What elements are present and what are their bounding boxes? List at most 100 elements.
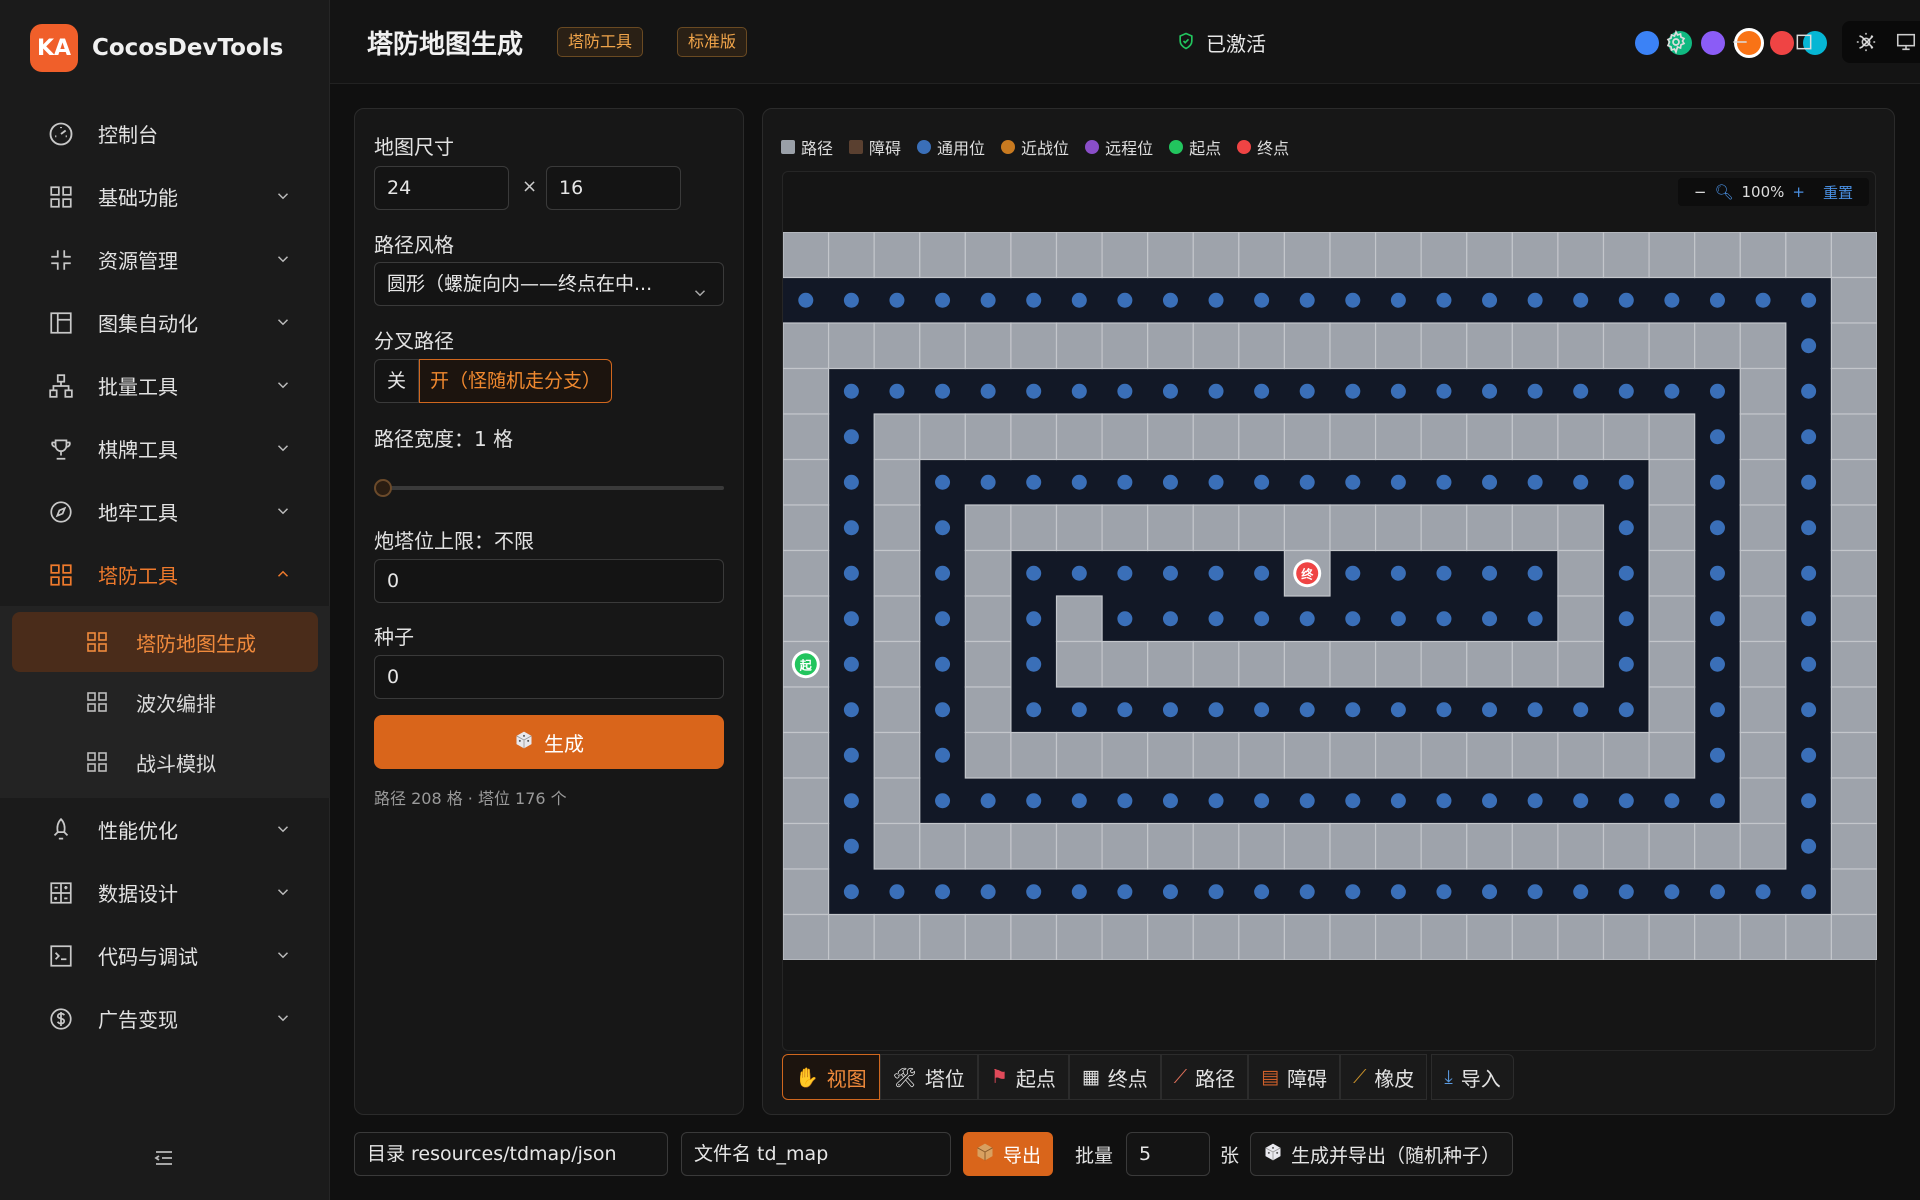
- path-cell[interactable]: [1466, 232, 1513, 279]
- tower-slot[interactable]: [1254, 702, 1270, 718]
- path-cell[interactable]: [1830, 458, 1877, 506]
- path-cell[interactable]: [1466, 322, 1513, 370]
- path-cell[interactable]: [1511, 913, 1559, 961]
- tower-slot[interactable]: [1801, 383, 1817, 399]
- path-cell[interactable]: [783, 868, 830, 916]
- tower-slot[interactable]: [1026, 884, 1042, 900]
- path-cell[interactable]: [919, 413, 966, 461]
- path-cell[interactable]: [1283, 731, 1331, 779]
- path-cell[interactable]: [1785, 232, 1833, 279]
- tower-slot[interactable]: [1208, 793, 1224, 809]
- tower-slot[interactable]: [1254, 292, 1270, 308]
- path-cell[interactable]: [1830, 322, 1877, 370]
- tower-slot[interactable]: [889, 292, 905, 308]
- path-cell[interactable]: [1830, 232, 1877, 279]
- path-cell[interactable]: [1101, 731, 1149, 779]
- tower-slot[interactable]: [1573, 292, 1589, 308]
- tower-slot[interactable]: [1162, 702, 1178, 718]
- path-cell[interactable]: [1511, 822, 1559, 870]
- path-cell[interactable]: [1602, 232, 1650, 279]
- path-cell[interactable]: [827, 232, 875, 279]
- path-cell[interactable]: [1739, 367, 1787, 415]
- path-cell[interactable]: [964, 640, 1012, 688]
- path-cell[interactable]: [1739, 686, 1787, 734]
- tower-slot[interactable]: [1345, 702, 1361, 718]
- tower-slot[interactable]: [980, 292, 996, 308]
- tower-slot[interactable]: [1482, 292, 1498, 308]
- tower-slot[interactable]: [1162, 474, 1178, 490]
- tower-slot[interactable]: [1709, 383, 1725, 399]
- tower-slot[interactable]: [1345, 884, 1361, 900]
- tower-slot[interactable]: [935, 884, 951, 900]
- path-cell[interactable]: [1648, 458, 1696, 506]
- tower-slot[interactable]: [1709, 565, 1725, 581]
- tower-slot[interactable]: [1071, 474, 1087, 490]
- path-cell[interactable]: [1557, 913, 1605, 961]
- sidebar-item-data-design[interactable]: 数据设计: [0, 861, 330, 924]
- tower-slot[interactable]: [1208, 383, 1224, 399]
- tower-slot[interactable]: [1436, 884, 1452, 900]
- tower-slot[interactable]: [1299, 611, 1315, 627]
- path-cell[interactable]: [783, 413, 830, 461]
- tower-slot[interactable]: [1162, 793, 1178, 809]
- path-cell[interactable]: [1602, 822, 1650, 870]
- tower-slot[interactable]: [1345, 383, 1361, 399]
- tower-slot[interactable]: [1026, 656, 1042, 672]
- tower-slot[interactable]: [1482, 702, 1498, 718]
- tower-slot[interactable]: [1573, 793, 1589, 809]
- path-cell[interactable]: [1739, 777, 1787, 825]
- path-cell[interactable]: [1830, 367, 1877, 415]
- tower-slot[interactable]: [1299, 884, 1315, 900]
- tower-slot[interactable]: [1709, 474, 1725, 490]
- tower-slot[interactable]: [1618, 292, 1634, 308]
- tower-slot[interactable]: [935, 611, 951, 627]
- generate-button[interactable]: 生成: [374, 715, 724, 769]
- path-cell[interactable]: [1147, 232, 1194, 279]
- sidebar-item-batch[interactable]: 批量工具: [0, 354, 330, 417]
- tower-slot[interactable]: [935, 747, 951, 763]
- tower-slot[interactable]: [1254, 474, 1270, 490]
- slider-thumb[interactable]: [374, 479, 392, 497]
- tower-slot[interactable]: [1390, 702, 1406, 718]
- path-cell[interactable]: [1830, 413, 1877, 461]
- path-cell[interactable]: [1192, 913, 1240, 961]
- path-cell[interactable]: [1830, 640, 1877, 688]
- path-cell[interactable]: [1694, 322, 1741, 370]
- zoom-in-button[interactable]: +: [1792, 183, 1805, 201]
- path-cell[interactable]: [1420, 232, 1468, 279]
- tower-slot[interactable]: [1345, 565, 1361, 581]
- path-cell[interactable]: [1830, 276, 1877, 324]
- tower-slot[interactable]: [1117, 793, 1133, 809]
- tower-slot[interactable]: [1208, 702, 1224, 718]
- tower-slot[interactable]: [1117, 292, 1133, 308]
- tower-slot[interactable]: [1026, 702, 1042, 718]
- tower-slot[interactable]: [935, 793, 951, 809]
- tower-slot[interactable]: [1482, 611, 1498, 627]
- path-cell[interactable]: [1557, 504, 1605, 552]
- map-canvas[interactable]: − 🔍︎ 100% + 重置 起终: [782, 171, 1877, 1051]
- path-cell[interactable]: [1238, 322, 1286, 370]
- tower-slot[interactable]: [1117, 383, 1133, 399]
- tower-slot[interactable]: [1482, 884, 1498, 900]
- sidebar-item-cards[interactable]: 棋牌工具: [0, 417, 330, 480]
- path-cell[interactable]: [1648, 504, 1696, 552]
- tower-slot[interactable]: [1390, 565, 1406, 581]
- tool-end-button[interactable]: ▦ 终点: [1068, 1054, 1161, 1100]
- path-cell[interactable]: [1557, 413, 1605, 461]
- path-cell[interactable]: [873, 640, 921, 688]
- tower-slot[interactable]: [1801, 747, 1817, 763]
- sidebar-item-code-debug[interactable]: 代码与调试: [0, 924, 330, 987]
- path-cell[interactable]: [1101, 913, 1149, 961]
- tower-slot[interactable]: [1709, 292, 1725, 308]
- path-cell[interactable]: [873, 731, 921, 779]
- path-cell[interactable]: [1329, 232, 1377, 279]
- path-cell[interactable]: [1101, 640, 1149, 688]
- tower-slot[interactable]: [1618, 702, 1634, 718]
- path-cell[interactable]: [1557, 322, 1605, 370]
- tower-slot[interactable]: [843, 702, 859, 718]
- tower-slot[interactable]: [1345, 292, 1361, 308]
- tower-slot[interactable]: [935, 702, 951, 718]
- path-cell[interactable]: [783, 731, 830, 779]
- tower-slot[interactable]: [1709, 884, 1725, 900]
- path-cell[interactable]: [1739, 549, 1787, 597]
